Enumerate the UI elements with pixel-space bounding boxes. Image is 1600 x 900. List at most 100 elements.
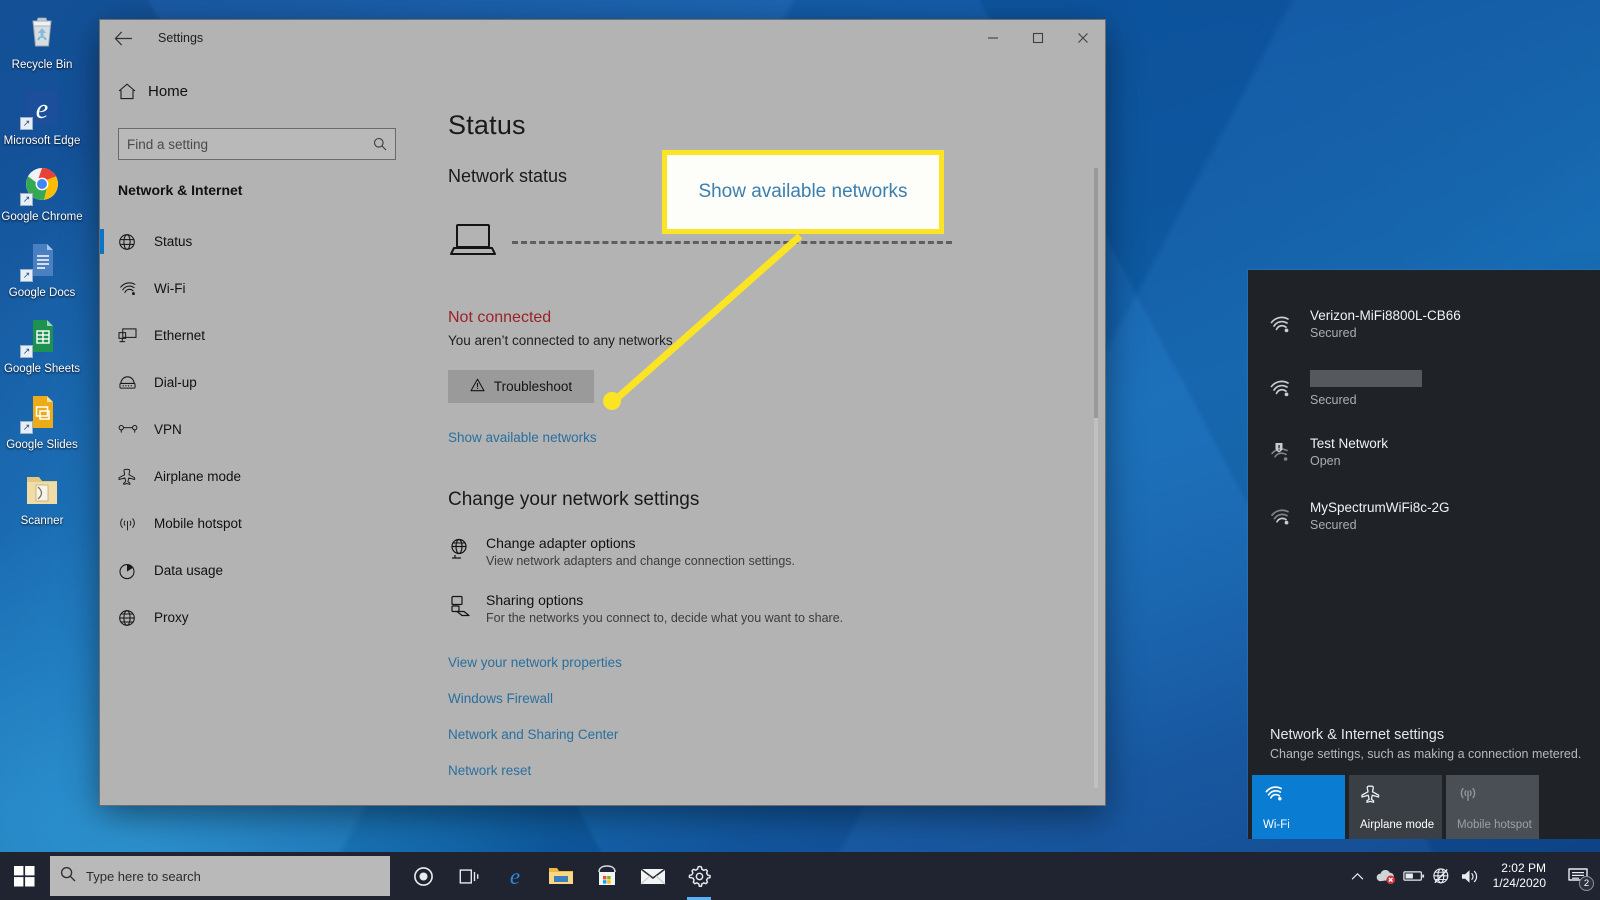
cortana-icon[interactable] — [400, 852, 446, 900]
setting-row-change-adapter-options[interactable]: Change adapter options View network adap… — [448, 535, 1105, 568]
main-pane-scrollbar[interactable] — [1094, 168, 1098, 788]
sidebar-item-airplane-mode[interactable]: Airplane mode — [100, 453, 412, 500]
taskbar-clock[interactable]: 2:02 PM 1/24/2020 — [1485, 852, 1558, 900]
desktop-icon-scanner[interactable]: Scanner — [0, 466, 84, 528]
network-list-item[interactable]: Verizon-MiFi8800L-CB66 Secured — [1248, 292, 1600, 356]
network-settings-title: Network & Internet settings — [1270, 727, 1445, 743]
minimize-button[interactable] — [970, 20, 1015, 56]
network-list-item[interactable]: MySpectrumWiFi8c-2G Secured — [1248, 484, 1600, 548]
show-hidden-icons-chevron-icon[interactable] — [1345, 852, 1371, 900]
airplane-icon — [1360, 784, 1434, 809]
network-security: Secured — [1310, 326, 1357, 340]
close-button[interactable] — [1060, 20, 1105, 56]
sidebar-item-label: Airplane mode — [154, 469, 242, 484]
quick-tile-label: Wi-Fi — [1263, 818, 1290, 831]
setting-row-title: Sharing options — [486, 592, 584, 608]
wifi-icon — [118, 280, 154, 297]
window-titlebar: Settings — [100, 20, 1105, 56]
sidebar-item-status[interactable]: Status — [100, 218, 412, 265]
sidebar-item-wifi[interactable]: Wi-Fi — [100, 265, 412, 312]
network-flyout-panel: Verizon-MiFi8800L-CB66 Secured Secured T… — [1248, 270, 1600, 839]
desktop-icon-label: Scanner — [20, 515, 64, 528]
volume-icon[interactable] — [1457, 852, 1483, 900]
search-icon — [373, 137, 387, 151]
network-disconnected-globe-icon[interactable] — [1429, 852, 1455, 900]
clock-time: 2:02 PM — [1501, 861, 1546, 875]
sidebar-item-mobile-hotspot[interactable]: Mobile hotspot — [100, 500, 412, 547]
show-available-networks-link[interactable]: Show available networks — [448, 430, 597, 445]
scrollbar-thumb[interactable] — [1094, 168, 1098, 418]
desktop-icon-google-slides[interactable]: ↗ Google Slides — [0, 390, 84, 452]
troubleshoot-label: Troubleshoot — [493, 379, 573, 394]
network-internet-settings-link[interactable]: Network & Internet settings Change setti… — [1248, 727, 1600, 775]
callout-box: Show available networks — [662, 150, 944, 234]
quick-tile-mobile-hotspot[interactable]: Mobile hotspot — [1446, 775, 1539, 839]
back-arrow-icon[interactable] — [100, 20, 146, 56]
maximize-button[interactable] — [1015, 20, 1060, 56]
sidebar-item-vpn[interactable]: VPN — [100, 406, 412, 453]
desktop-icon-label: Google Slides — [6, 439, 78, 452]
sidebar-item-proxy[interactable]: Proxy — [100, 594, 412, 641]
taskbar-search-placeholder: Type here to search — [86, 868, 201, 884]
windows-firewall-link[interactable]: Windows Firewall — [448, 691, 1105, 706]
quick-tile-wifi[interactable]: Wi-Fi — [1252, 775, 1345, 839]
troubleshoot-button[interactable]: Troubleshoot — [448, 370, 594, 403]
network-name: MySpectrumWiFi8c-2G — [1310, 500, 1450, 515]
onedrive-error-icon[interactable] — [1373, 852, 1399, 900]
sharing-icon — [448, 592, 486, 625]
sidebar-item-ethernet[interactable]: Ethernet — [100, 312, 412, 359]
shortcut-arrow-icon: ↗ — [20, 421, 33, 435]
desktop-icon-google-sheets[interactable]: ↗ Google Sheets — [0, 314, 84, 376]
desktop-icon-microsoft-edge[interactable]: e ↗ Microsoft Edge — [0, 86, 84, 148]
sidebar-item-data-usage[interactable]: Data usage — [100, 547, 412, 594]
wifi-signal-icon — [1268, 378, 1310, 398]
sidebar-section-title: Network & Internet — [118, 182, 243, 198]
network-list-item[interactable]: Test Network Open — [1248, 420, 1600, 484]
dialup-icon — [118, 374, 154, 391]
mail-icon[interactable] — [630, 852, 676, 900]
setting-row-desc: For the networks you connect to, decide … — [486, 611, 844, 625]
network-links-list: View your network properties Windows Fir… — [448, 655, 1105, 778]
desktop-icon-label: Recycle Bin — [11, 59, 73, 71]
sidebar-item-label: Dial-up — [154, 375, 197, 390]
microsoft-store-icon[interactable] — [584, 852, 630, 900]
page-title: Status — [448, 110, 526, 140]
hotspot-icon — [1457, 784, 1531, 809]
setting-row-desc: View network adapters and change connect… — [486, 554, 795, 568]
quick-tile-airplane-mode[interactable]: Airplane mode — [1349, 775, 1442, 839]
sidebar-item-label: Ethernet — [154, 328, 206, 343]
setting-row-sharing-options[interactable]: Sharing options For the networks you con… — [448, 592, 1105, 625]
settings-gear-icon[interactable] — [676, 852, 722, 900]
wifi-warning-icon — [1268, 442, 1310, 462]
action-center-icon[interactable]: 2 — [1560, 852, 1596, 900]
search-icon — [60, 866, 76, 887]
shortcut-arrow-icon: ↗ — [20, 345, 33, 359]
desktop-icon-label: Microsoft Edge — [3, 135, 81, 148]
sidebar-item-home[interactable]: Home — [100, 72, 412, 110]
not-connected-title: Not connected — [448, 309, 552, 326]
network-sharing-center-link[interactable]: Network and Sharing Center — [448, 727, 1105, 742]
setting-row-title: Change adapter options — [486, 535, 636, 551]
sidebar-item-dial-up[interactable]: Dial-up — [100, 359, 412, 406]
network-list-item[interactable]: Secured — [1248, 356, 1600, 420]
view-network-properties-link[interactable]: View your network properties — [448, 655, 1105, 670]
edge-icon[interactable]: e — [492, 852, 538, 900]
google-sheets-icon: ↗ — [20, 314, 64, 359]
file-explorer-icon[interactable] — [538, 852, 584, 900]
task-view-icon[interactable] — [446, 852, 492, 900]
desktop-icon-google-docs[interactable]: ↗ Google Docs — [0, 238, 84, 300]
desktop-icon-label: Google Sheets — [3, 363, 81, 376]
windows-logo-icon[interactable] — [0, 852, 48, 900]
network-reset-link[interactable]: Network reset — [448, 763, 1105, 778]
window-title: Settings — [158, 31, 204, 45]
redaction-block — [1310, 369, 1422, 387]
globe-icon — [118, 233, 154, 251]
battery-icon[interactable] — [1401, 852, 1427, 900]
settings-search-box[interactable] — [118, 128, 396, 160]
search-input[interactable] — [127, 136, 373, 152]
home-icon — [118, 82, 148, 100]
recycle-bin-icon — [20, 10, 64, 54]
desktop-icon-recycle-bin[interactable]: Recycle Bin — [0, 10, 84, 72]
desktop-icon-google-chrome[interactable]: ↗ Google Chrome — [0, 162, 84, 224]
taskbar-search-box[interactable]: Type here to search — [50, 856, 390, 896]
